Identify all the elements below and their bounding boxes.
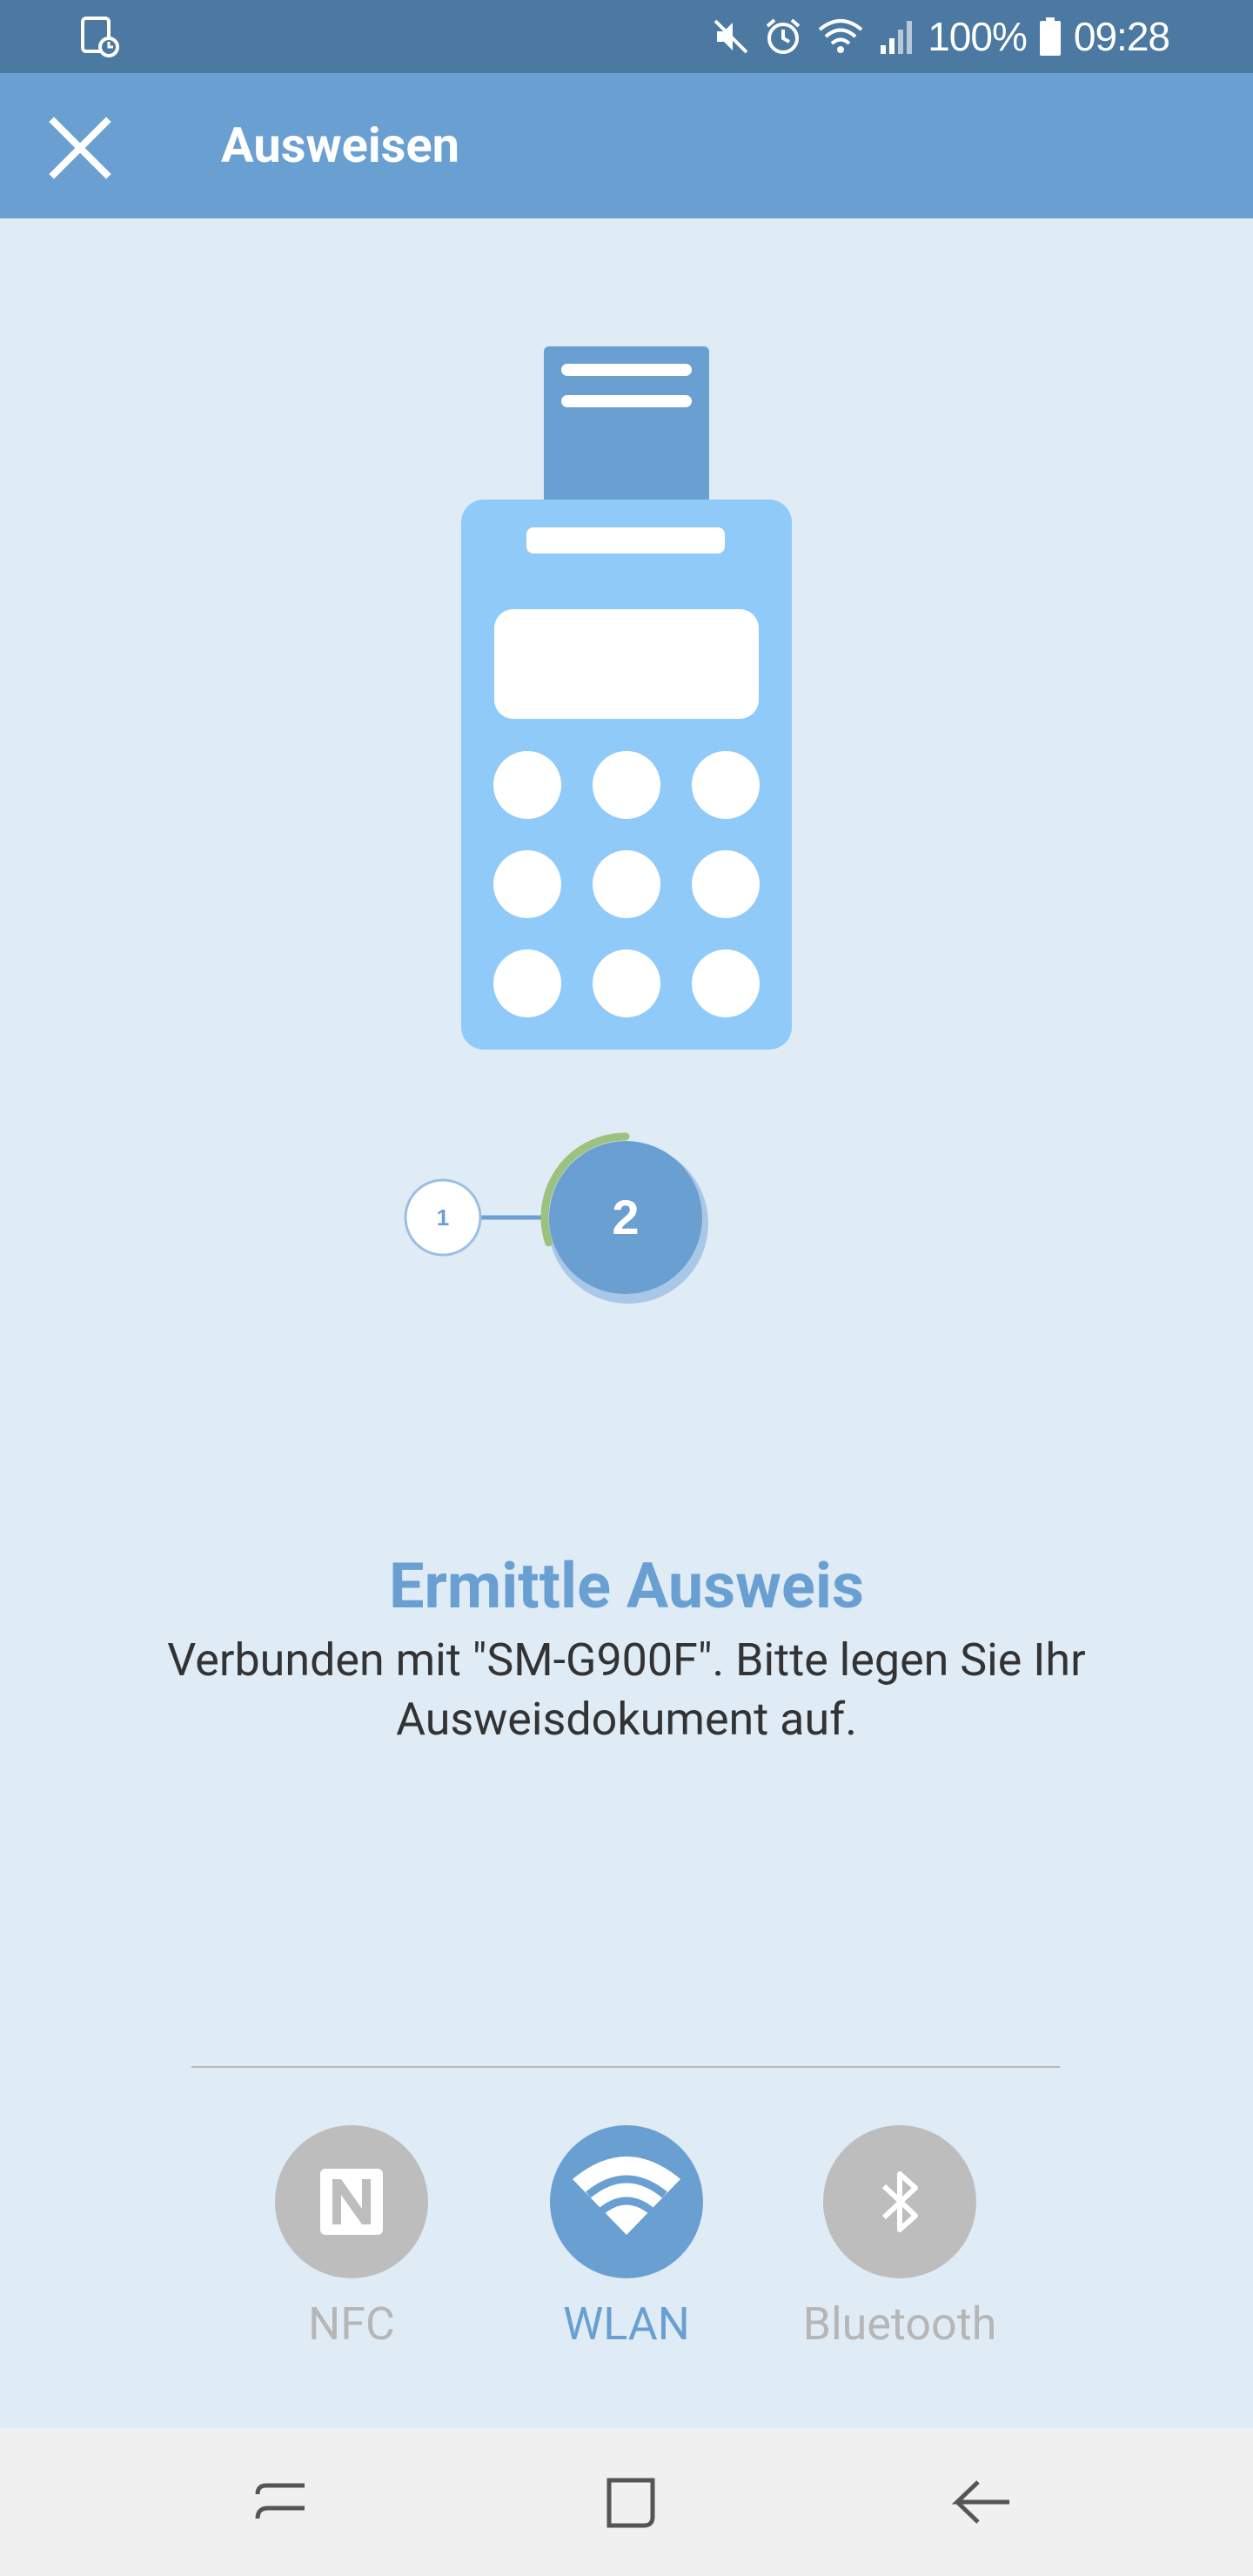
mute-icon — [714, 19, 748, 54]
home-icon[interactable] — [592, 2463, 670, 2541]
status-bar: 100% 09:28 — [0, 0, 1253, 73]
app-bar: Ausweisen — [0, 73, 1253, 218]
wifi-icon — [573, 2157, 680, 2235]
close-icon[interactable] — [47, 115, 113, 181]
card-reader-illustration — [461, 346, 792, 1050]
step-1-label: 1 — [437, 1204, 449, 1231]
wifi-icon — [818, 19, 863, 53]
status-heading: Ermittle Ausweis — [389, 1549, 864, 1623]
status-description: Verbunden mit "SM-G900F". Bitte legen Si… — [167, 1633, 1086, 1746]
alarm-icon — [766, 18, 801, 54]
bluetooth-label: Bluetooth — [802, 2298, 997, 2351]
signal-icon — [881, 21, 913, 54]
wlan-label: WLAN — [563, 2298, 690, 2351]
progress-stepper: 1 2 — [404, 1132, 708, 1304]
bluetooth-button[interactable] — [823, 2125, 976, 2278]
divider — [191, 2066, 1060, 2068]
system-nav-bar — [0, 2428, 1253, 2576]
battery-percent: 100% — [928, 14, 1028, 59]
page-title: Ausweisen — [221, 117, 460, 174]
nfc-icon — [320, 2169, 383, 2235]
nfc-button[interactable] — [275, 2125, 428, 2278]
wlan-button[interactable] — [550, 2125, 703, 2278]
recents-icon[interactable] — [242, 2463, 320, 2541]
step-2-label: 2 — [612, 1190, 639, 1244]
connection-option-nfc[interactable]: NFC — [221, 2125, 482, 2351]
bluetooth-icon — [881, 2171, 918, 2232]
back-icon[interactable] — [941, 2463, 1020, 2541]
connection-option-wlan[interactable]: WLAN — [496, 2125, 757, 2351]
clock: 09:28 — [1073, 14, 1170, 59]
battery-icon — [1039, 17, 1061, 56]
connection-option-bluetooth[interactable]: Bluetooth — [769, 2125, 1030, 2351]
nfc-label: NFC — [308, 2298, 395, 2351]
screenshot-notification-icon — [81, 17, 119, 57]
